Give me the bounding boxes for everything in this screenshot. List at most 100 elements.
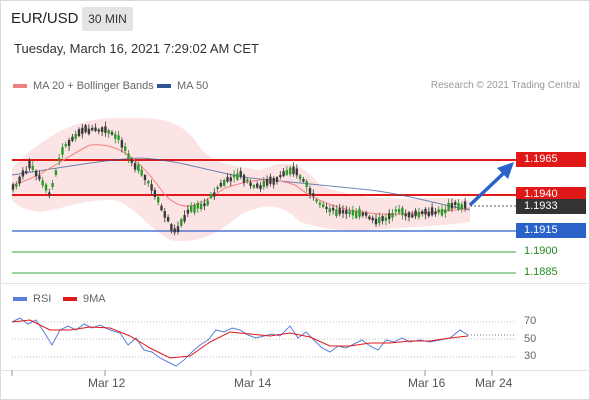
- support-level-2-label: 1.1900: [524, 245, 558, 257]
- bollinger-band-area: [12, 117, 470, 242]
- candle-body: [282, 171, 285, 177]
- rsi-legend-item: RSI: [13, 293, 51, 305]
- candle-body: [295, 168, 298, 176]
- candle-body: [351, 210, 355, 216]
- legend-label: 9MA: [83, 293, 106, 305]
- legend-swatch: [13, 297, 27, 301]
- candle-body: [91, 127, 94, 131]
- candle-body: [190, 205, 193, 212]
- candle-body: [216, 186, 219, 190]
- candle-body: [107, 130, 110, 134]
- candle-body: [104, 126, 107, 133]
- candle-body: [41, 180, 44, 186]
- candle-body: [328, 208, 331, 213]
- candle-body: [312, 193, 315, 197]
- candle-body: [97, 129, 100, 132]
- candle-body: [38, 175, 41, 180]
- support-level-3-label: 1.1885: [524, 266, 558, 278]
- rsi-level-50: 50: [524, 333, 537, 345]
- candle-body: [199, 203, 203, 209]
- candle-body: [384, 217, 388, 221]
- candle-body: [391, 212, 394, 218]
- candle-body: [242, 175, 246, 183]
- candle-body: [232, 174, 236, 178]
- candle-body: [94, 127, 97, 131]
- candle-body: [404, 213, 407, 217]
- candle-body: [335, 209, 338, 217]
- candle-body: [100, 127, 104, 133]
- rsi-ma-legend-item: 9MA: [63, 293, 106, 305]
- x-axis-label: Mar 14: [234, 376, 272, 390]
- candle-body: [213, 192, 216, 197]
- candle-body: [249, 182, 252, 186]
- candle-body: [265, 178, 269, 186]
- candle-body: [457, 202, 460, 210]
- candle-body: [364, 212, 368, 216]
- candle-body: [460, 204, 463, 210]
- candle-body: [368, 216, 371, 220]
- candle-body: [338, 208, 341, 215]
- candle-body: [421, 211, 424, 214]
- resistance-level-tag: 1.1965: [516, 152, 586, 167]
- candle-body: [272, 177, 275, 185]
- legend-label: RSI: [33, 293, 52, 305]
- candle-body: [64, 144, 67, 147]
- candle-body: [447, 202, 450, 211]
- candle-body: [11, 184, 15, 190]
- candle-body: [229, 177, 232, 182]
- legend-swatch: [63, 297, 77, 301]
- candle-body: [358, 208, 361, 217]
- candle-body: [157, 197, 160, 203]
- candle-body: [120, 140, 124, 148]
- candle-body: [153, 190, 157, 198]
- price-chart: [11, 117, 516, 376]
- candle-body: [424, 208, 427, 215]
- candle-body: [48, 192, 51, 195]
- candle-body: [137, 164, 140, 171]
- candle-body: [183, 215, 186, 222]
- candle-body: [219, 182, 223, 187]
- candle-body: [246, 179, 249, 182]
- current-price-tag: 1.1933: [516, 199, 586, 214]
- candle-body: [143, 175, 147, 181]
- candle-body: [378, 217, 381, 224]
- candle-body: [394, 209, 397, 212]
- candle-body: [308, 188, 312, 195]
- candle-body: [322, 204, 325, 208]
- candle-body: [345, 210, 348, 214]
- candle-body: [61, 147, 64, 155]
- candle-body: [417, 211, 421, 218]
- candle-body: [440, 208, 444, 216]
- candle-body: [110, 132, 114, 135]
- candle-body: [114, 134, 117, 139]
- candle-body: [150, 184, 153, 191]
- candle-body: [186, 209, 190, 214]
- candle-body: [67, 140, 71, 147]
- candle-body: [173, 228, 176, 233]
- candle-body: [275, 177, 279, 182]
- candle-body: [176, 226, 180, 233]
- candle-body: [371, 217, 374, 221]
- candle-body: [209, 193, 213, 199]
- candle-body: [44, 184, 48, 191]
- candle-body: [285, 170, 289, 175]
- candle-body: [25, 170, 28, 174]
- candle-body: [127, 153, 130, 159]
- candle-body: [147, 181, 150, 184]
- candle-body: [74, 133, 77, 139]
- candle-body: [193, 205, 196, 213]
- candle-body: [226, 176, 229, 182]
- candle-body: [87, 128, 91, 134]
- candle-body: [463, 201, 467, 209]
- candle-body: [166, 216, 170, 222]
- candle-body: [269, 176, 272, 184]
- candle-body: [437, 209, 440, 213]
- candle-body: [279, 175, 282, 178]
- candle-body: [388, 213, 391, 220]
- candle-body: [450, 203, 454, 209]
- candle-body: [355, 211, 358, 218]
- candle-body: [427, 211, 430, 217]
- rsi-level-70: 70: [524, 315, 537, 327]
- candle-body: [206, 200, 209, 206]
- support-level-tag: 1.1915: [516, 223, 586, 238]
